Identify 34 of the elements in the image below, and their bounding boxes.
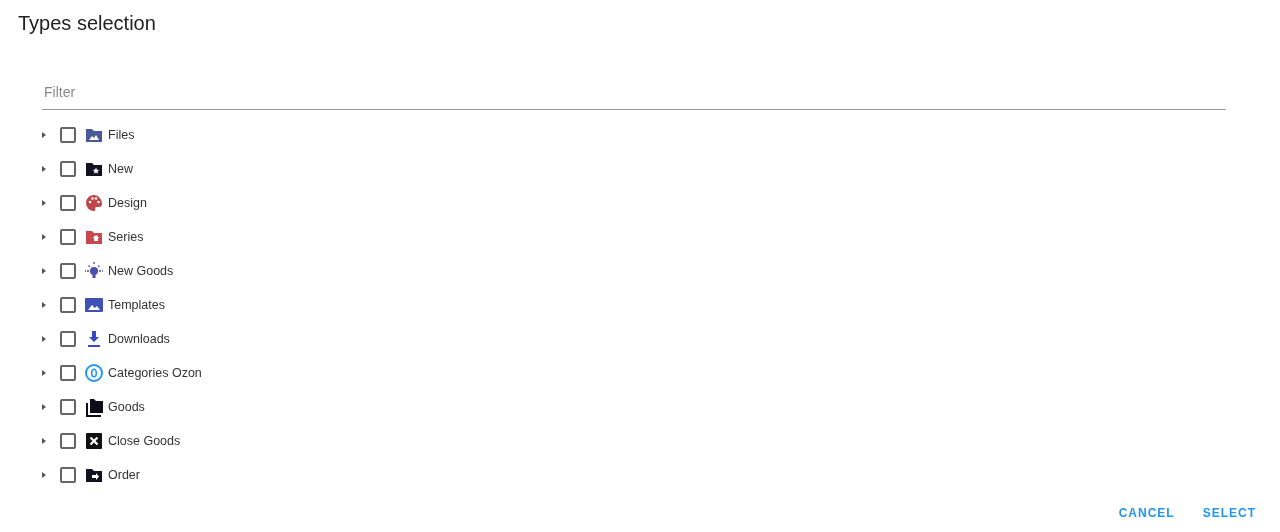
expand-arrow-icon[interactable]	[40, 233, 48, 241]
checkbox[interactable]	[60, 229, 76, 245]
expand-arrow-icon[interactable]	[40, 437, 48, 445]
checkbox[interactable]	[60, 433, 76, 449]
item-label[interactable]: Series	[108, 227, 144, 247]
checkbox[interactable]	[60, 297, 76, 313]
checkbox[interactable]	[60, 365, 76, 381]
checkbox[interactable]	[60, 263, 76, 279]
item-label[interactable]: Order	[108, 465, 140, 485]
checkbox[interactable]	[60, 331, 76, 347]
item-label[interactable]: Design	[108, 193, 147, 213]
item-label[interactable]: Downloads	[108, 329, 170, 349]
expand-arrow-icon[interactable]	[40, 131, 48, 139]
item-label[interactable]: New	[108, 159, 133, 179]
item-label[interactable]: Categories Ozon	[108, 363, 202, 383]
expand-arrow-icon[interactable]	[40, 369, 48, 377]
checkbox[interactable]	[60, 195, 76, 211]
expand-arrow-icon[interactable]	[40, 301, 48, 309]
expand-arrow-icon[interactable]	[40, 335, 48, 343]
checkbox[interactable]	[60, 127, 76, 143]
expand-arrow-icon[interactable]	[40, 471, 48, 479]
checkbox[interactable]	[60, 161, 76, 177]
expand-arrow-icon[interactable]	[40, 165, 48, 173]
expand-arrow-icon[interactable]	[40, 199, 48, 207]
expand-arrow-icon[interactable]	[40, 403, 48, 411]
dialog-title: Types selection	[18, 11, 157, 36]
checkbox[interactable]	[60, 467, 76, 483]
item-label[interactable]: Files	[108, 125, 135, 145]
item-label[interactable]: Goods	[108, 397, 145, 417]
expand-arrow-icon[interactable]	[40, 267, 48, 275]
item-label[interactable]: New Goods	[108, 261, 174, 281]
item-label[interactable]: Close Goods	[108, 431, 181, 451]
item-label[interactable]: Templates	[108, 295, 165, 315]
checkbox[interactable]	[60, 399, 76, 415]
